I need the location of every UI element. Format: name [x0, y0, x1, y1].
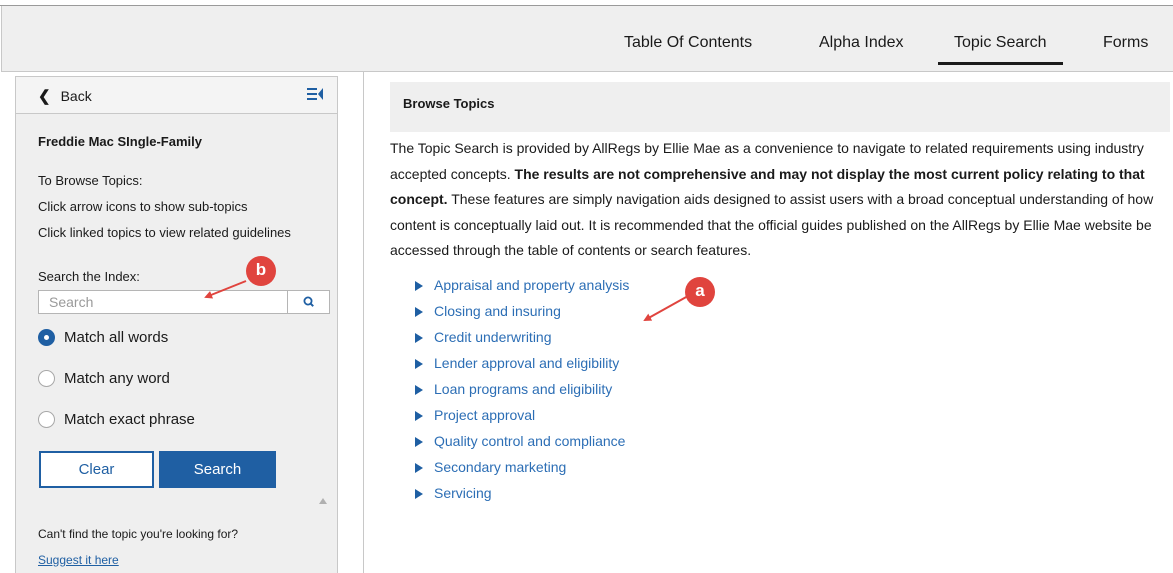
- expand-arrow-icon[interactable]: [415, 463, 423, 473]
- app-frame: Table Of Contents Alpha Index Topic Sear…: [0, 0, 1173, 573]
- expand-arrow-icon[interactable]: [415, 411, 423, 421]
- search-input[interactable]: [39, 291, 287, 313]
- radio-button[interactable]: [38, 370, 55, 387]
- radio-label: Match exact phrase: [64, 411, 195, 428]
- instruction-arrow-icons: Click arrow icons to show sub-topics: [38, 199, 248, 214]
- search-button[interactable]: Search: [159, 451, 276, 488]
- back-label: Back: [60, 88, 92, 104]
- tab-table-of-contents[interactable]: Table Of Contents: [624, 34, 752, 52]
- topic-link[interactable]: Appraisal and property analysis: [434, 277, 629, 293]
- expand-arrow-icon[interactable]: [415, 281, 423, 291]
- topic-link[interactable]: Lender approval and eligibility: [434, 355, 619, 371]
- search-box: [38, 290, 330, 314]
- back-button[interactable]: ❮ Back: [38, 87, 92, 105]
- collapse-sidebar-icon[interactable]: [306, 86, 324, 102]
- search-label: Search the Index:: [38, 269, 140, 284]
- search-icon: [303, 296, 314, 307]
- tab-topic-search[interactable]: Topic Search: [938, 34, 1062, 65]
- expand-arrow-icon[interactable]: [415, 307, 423, 317]
- intro-text-2: These features are simply navigation aid…: [390, 191, 1154, 258]
- radio-label: Match all words: [64, 329, 169, 346]
- sidebar-title: Freddie Mac SIngle-Family: [38, 134, 202, 149]
- chevron-left-icon: ❮: [38, 88, 51, 105]
- instruction-heading: To Browse Topics:: [38, 173, 143, 188]
- expand-arrow-icon[interactable]: [415, 359, 423, 369]
- expand-arrow-icon[interactable]: [415, 489, 423, 499]
- top-navigation: Table Of Contents Alpha Index Topic Sear…: [1, 6, 1173, 72]
- topic-link[interactable]: Credit underwriting: [434, 329, 552, 345]
- radio-label: Match any word: [64, 370, 170, 387]
- search-icon-button[interactable]: [287, 291, 330, 313]
- panel-divider: [363, 72, 364, 573]
- browse-topics-header: Browse Topics: [390, 82, 1170, 132]
- sidebar-header: ❮ Back: [16, 77, 337, 114]
- help-text: Can't find the topic you're looking for?: [38, 527, 239, 541]
- expand-arrow-icon[interactable]: [415, 333, 423, 343]
- topic-link[interactable]: Secondary marketing: [434, 459, 566, 475]
- topic-link[interactable]: Quality control and compliance: [434, 433, 625, 449]
- callout-badge-a: a: [685, 277, 715, 307]
- topic-link[interactable]: Servicing: [434, 485, 492, 501]
- topic-link[interactable]: Closing and insuring: [434, 303, 561, 319]
- suggest-topic-link[interactable]: Suggest it here: [38, 553, 119, 567]
- callout-badge-b: b: [246, 256, 276, 286]
- tab-forms[interactable]: Forms: [1103, 34, 1148, 52]
- intro-paragraph: The Topic Search is provided by AllRegs …: [390, 136, 1170, 264]
- topic-link[interactable]: Loan programs and eligibility: [434, 381, 612, 397]
- clear-button[interactable]: Clear: [39, 451, 154, 488]
- instruction-linked-topics: Click linked topics to view related guid…: [38, 225, 291, 240]
- browse-topics-title: Browse Topics: [403, 96, 495, 111]
- tab-alpha-index[interactable]: Alpha Index: [819, 34, 904, 52]
- topic-link[interactable]: Project approval: [434, 407, 535, 423]
- radio-button-checked[interactable]: [38, 329, 55, 346]
- expand-arrow-icon[interactable]: [415, 437, 423, 447]
- radio-button[interactable]: [38, 411, 55, 428]
- sidebar: ❮ Back Freddie Mac SIngle-Family To Brows…: [15, 76, 338, 573]
- annotation-arrow-a: [643, 295, 689, 321]
- expand-arrow-icon[interactable]: [415, 385, 423, 395]
- scroll-up-arrow-icon[interactable]: [318, 497, 328, 505]
